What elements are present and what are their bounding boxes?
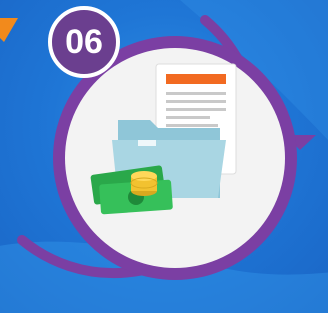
- orange-arrow-icon: [0, 18, 18, 42]
- step-number: 06: [65, 22, 103, 61]
- step-number-badge: 06: [48, 6, 120, 78]
- coin-stack-icon: [130, 171, 158, 196]
- infographic-canvas: 06: [0, 0, 328, 313]
